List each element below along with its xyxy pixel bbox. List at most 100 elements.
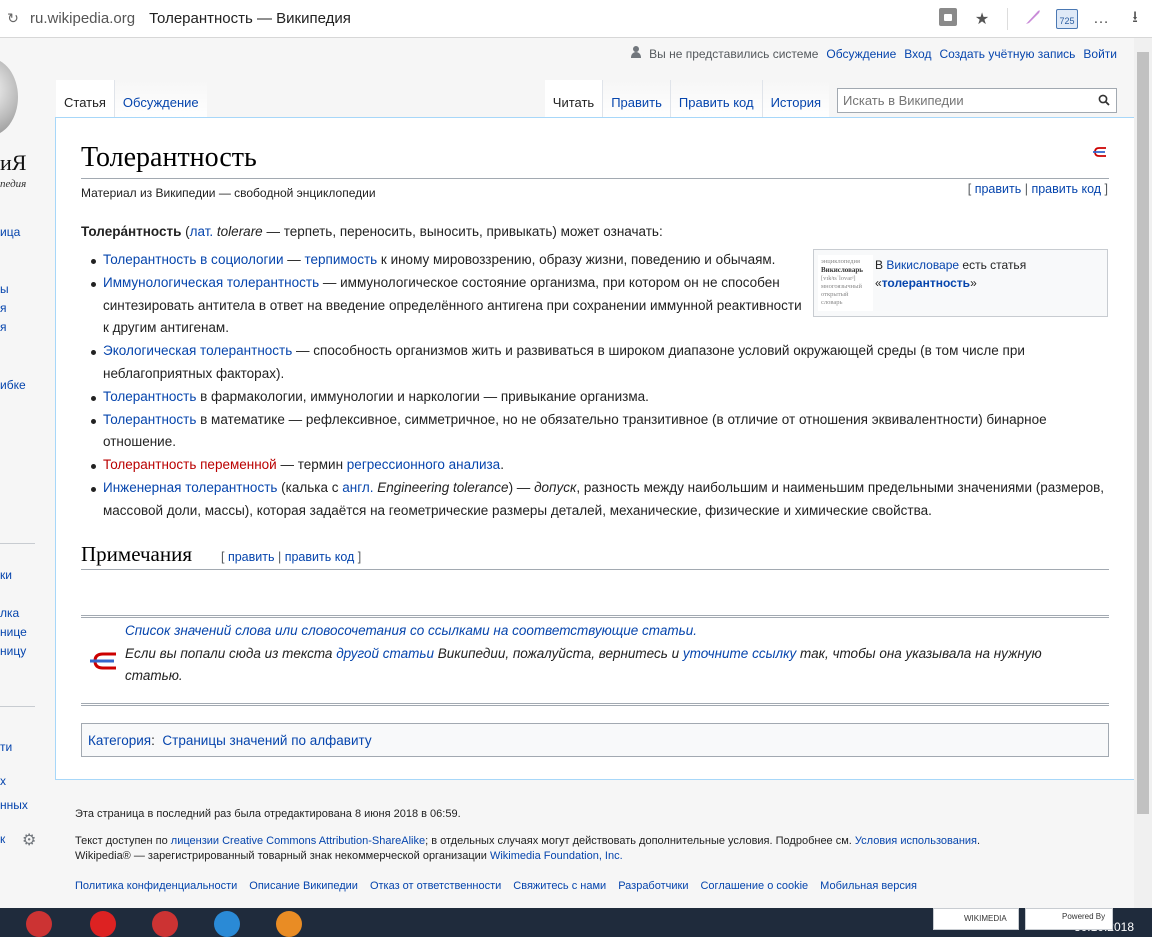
user-talk-link[interactable]: Обсуждение (826, 47, 896, 61)
section-edit-code-link[interactable]: править код (285, 550, 355, 564)
tab-discussion[interactable]: Обсуждение (113, 80, 207, 118)
brand-wordmark: иЯ (0, 150, 27, 175)
category-link[interactable]: Страницы значений по алфавиту (162, 733, 371, 748)
item-link[interactable]: Толерантность (103, 412, 196, 427)
lead-paragraph: Толера́нтность (лат. tolerare — терпеть,… (81, 224, 663, 239)
item-link[interactable]: регрессионного анализа (347, 457, 500, 472)
search-box (837, 88, 1117, 113)
item-link[interactable]: англ. (342, 480, 373, 495)
lock-icon[interactable] (931, 7, 965, 31)
sidebar-item[interactable]: х (0, 774, 6, 788)
disclaimer-link[interactable]: Отказ от ответственности (370, 880, 501, 892)
sidebar-item[interactable]: ы (0, 282, 9, 296)
item-link[interactable]: Иммунологическая толерантность (103, 275, 319, 290)
taskbar-app-icon[interactable] (90, 911, 116, 937)
taskbar-app-icon[interactable] (276, 911, 302, 937)
license-link[interactable]: лицензии Creative Commons Attribution-Sh… (171, 835, 425, 847)
wikipedia-logo[interactable] (0, 58, 18, 136)
namespace-tabs: Статья Обсуждение (56, 80, 207, 118)
bracket: ] (1101, 182, 1108, 196)
create-account-link[interactable]: Создать учётную запись (939, 47, 1075, 61)
item-link[interactable]: Толерантность (103, 389, 196, 404)
wikimedia-badge[interactable]: WIKIMEDIA (933, 908, 1019, 930)
tab-history[interactable]: История (761, 80, 829, 118)
sidebar-item[interactable]: ницу (0, 644, 26, 658)
more-menu-icon[interactable]: … (1084, 10, 1118, 28)
download-icon[interactable]: ⭳ (1118, 6, 1152, 33)
tab-article[interactable]: Статья (56, 80, 114, 118)
section-rule (81, 569, 1109, 570)
sidebar-item[interactable]: к (0, 832, 5, 846)
item-link[interactable]: терпимость (305, 252, 378, 267)
gear-icon[interactable]: ⚙ (22, 830, 36, 850)
sidebar-item[interactable]: нных (0, 798, 28, 812)
redlink[interactable]: Толерантность переменной (103, 457, 277, 472)
taskbar-app-icon[interactable] (26, 911, 52, 937)
sidebar-item[interactable]: нице (0, 625, 27, 639)
browser-toolbar: ↻ ru.wikipedia.org Толерантность — Викип… (0, 0, 1152, 38)
sidebar-item[interactable]: ти (0, 740, 12, 754)
star-icon[interactable]: ★ (965, 9, 999, 29)
contact-link[interactable]: Свяжитесь с нами (513, 880, 606, 892)
site-subtitle: Материал из Википедии — свободной энцикл… (81, 186, 376, 200)
item-link[interactable]: Инженерная толерантность (103, 480, 277, 495)
item-link[interactable]: Толерантность в социологии (103, 252, 283, 267)
sidebar-item[interactable]: ибке (0, 378, 26, 392)
section-edit-link[interactable]: править (228, 550, 275, 564)
list-item: Экологическая толерантность — способност… (81, 340, 1111, 386)
taskbar-app-icon[interactable] (152, 911, 178, 937)
disambig-icon (90, 652, 116, 670)
edit-code-link[interactable]: править код (1031, 182, 1101, 196)
other-article-link[interactable]: другой статьи (336, 646, 434, 661)
tab-edit-code[interactable]: Править код (669, 80, 762, 118)
search-icon[interactable] (1098, 94, 1110, 106)
cookie-link[interactable]: Соглашение о cookie (700, 880, 808, 892)
login-link[interactable]: Вход (904, 47, 931, 61)
about-link[interactable]: Описание Википедии (249, 880, 358, 892)
lead-rest: — терпеть, переносить, выносить, привыка… (262, 224, 663, 239)
disambig-bottom-rule (81, 703, 1109, 706)
list-item: Толерантность в социологии — терпимость … (81, 249, 801, 272)
sidebar-item[interactable]: ица (0, 225, 20, 239)
edit-link[interactable]: править (975, 182, 1022, 196)
title-rule (81, 178, 1109, 179)
tab-read[interactable]: Читать (544, 80, 603, 118)
developers-link[interactable]: Разработчики (618, 880, 688, 892)
scrollbar-thumb[interactable] (1137, 52, 1149, 814)
url-host[interactable]: ru.wikipedia.org (30, 10, 135, 27)
wmf-link[interactable]: Wikimedia Foundation, Inc. (490, 850, 623, 862)
terms-link[interactable]: Условия использования (855, 835, 977, 847)
mobile-view-link[interactable]: Мобильная версия (820, 880, 917, 892)
list-item: Толерантность в математике — рефлексивно… (81, 409, 1111, 455)
sidebar-item[interactable]: ки (0, 568, 12, 582)
sidebar-item[interactable]: лка (0, 606, 19, 620)
tab-edit[interactable]: Править (602, 80, 670, 118)
sidebar: иЯ педия ица ы я я ибке ки лка нице ницу… (0, 38, 55, 908)
latin-link[interactable]: лат. (190, 224, 214, 239)
title-edit-links: [ править | править код ] (968, 182, 1108, 196)
extension-badge-icon[interactable]: 725 (1050, 9, 1084, 29)
sidebar-item[interactable]: я (0, 320, 7, 334)
disambig-line1[interactable]: Список значений слова или словосочетания… (125, 623, 697, 638)
anon-notice: Вы не представились системе (649, 46, 819, 61)
disambig-top-rule (81, 615, 1109, 618)
latin-word: tolerare (216, 224, 263, 239)
toolbar-divider (1007, 8, 1008, 30)
page-tab-title: Толерантность — Википедия (149, 10, 351, 27)
disambig-icon (1093, 147, 1106, 157)
feather-icon[interactable] (1016, 8, 1050, 31)
categories-label[interactable]: Категория (88, 733, 151, 748)
bracket: [ (967, 182, 975, 196)
taskbar-app-icon[interactable] (214, 911, 240, 937)
signin-link[interactable]: Войти (1083, 47, 1117, 61)
footer-license: Текст доступен по лицензии Creative Comm… (75, 835, 981, 847)
sidebar-item[interactable]: я (0, 301, 7, 315)
personal-tools: Вы не представились системе Обсуждение В… (631, 46, 1117, 61)
mediawiki-badge[interactable]: Powered By (1025, 908, 1113, 930)
reload-icon[interactable]: ↻ (0, 10, 26, 27)
item-link[interactable]: Экологическая толерантность (103, 343, 292, 358)
search-input[interactable] (838, 89, 1088, 112)
privacy-link[interactable]: Политика конфиденциальности (75, 880, 237, 892)
refine-link[interactable]: уточните ссылку (683, 646, 796, 661)
scrollbar[interactable] (1134, 38, 1152, 908)
